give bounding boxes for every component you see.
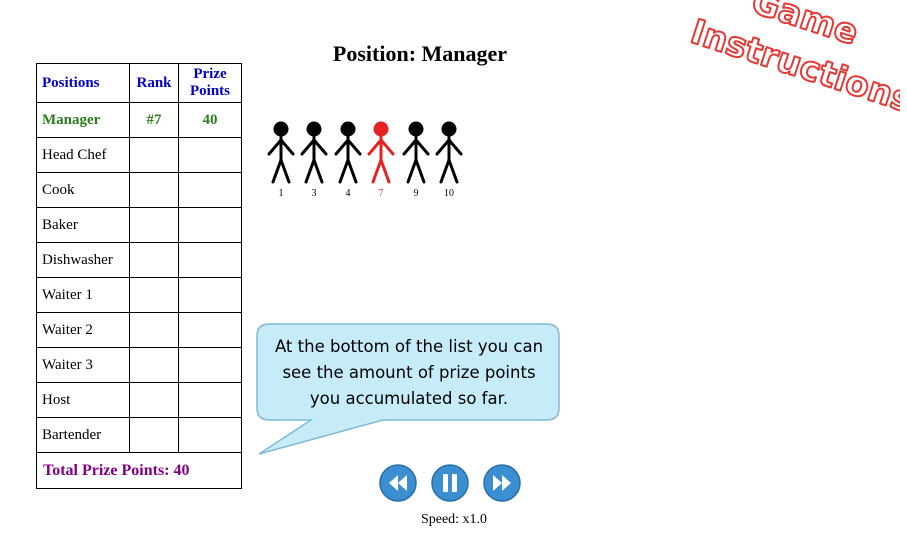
game-instructions-link[interactable]: Game Instructions	[660, 0, 900, 150]
figure-number: 10	[444, 188, 454, 199]
points-cell	[178, 382, 242, 418]
rewind-icon	[379, 464, 417, 502]
table-row: Bartender	[36, 417, 242, 453]
rank-cell	[129, 137, 179, 173]
header-prize-line1: Prize	[193, 66, 227, 82]
header-prize-points: Prize Points	[178, 63, 242, 103]
points-cell: 40	[178, 102, 242, 138]
figure-number: 1	[278, 188, 284, 199]
table-row: Waiter 1	[36, 277, 242, 313]
points-cell	[178, 172, 242, 208]
position-cell: Waiter 1	[36, 277, 130, 313]
figure-number: 7	[378, 188, 384, 199]
points-cell	[178, 207, 242, 243]
person-icon	[300, 121, 328, 184]
pause-button[interactable]	[430, 463, 470, 503]
rank-cell	[129, 277, 179, 313]
rewind-button[interactable]	[378, 463, 418, 503]
header-rank: Rank	[129, 63, 179, 103]
stick-figure: 9	[400, 120, 432, 199]
position-cell: Cook	[36, 172, 130, 208]
stick-figure: 1	[265, 120, 297, 199]
speed-label: Speed: x1.0	[420, 512, 488, 527]
position-cell: Waiter 2	[36, 312, 130, 348]
points-cell	[178, 347, 242, 383]
rank-cell	[129, 242, 179, 278]
rank-cell	[129, 207, 179, 243]
figure-number: 9	[413, 188, 419, 199]
table-row: Dishwasher	[36, 242, 242, 278]
person-icon	[267, 121, 295, 184]
rank-cell: #7	[129, 102, 179, 138]
header-positions: Positions	[36, 63, 130, 103]
person-icon	[435, 121, 463, 184]
stick-figure: 4	[332, 120, 364, 199]
pause-icon	[431, 464, 469, 502]
figure-number: 3	[311, 188, 317, 199]
candidate-figures: 1 3 4 7 9 10	[262, 120, 472, 206]
rank-cell	[129, 312, 179, 348]
fast-forward-button[interactable]	[482, 463, 522, 503]
header-prize-line2: Points	[189, 83, 230, 99]
position-cell: Waiter 3	[36, 347, 130, 383]
table-row: Host	[36, 382, 242, 418]
page-title: Position: Manager	[332, 41, 508, 66]
table-row: Cook	[36, 172, 242, 208]
stick-figure: 10	[433, 120, 465, 199]
points-cell	[178, 277, 242, 313]
figure-number: 4	[345, 188, 351, 199]
total-prize-points: Total Prize Points: 40	[36, 452, 242, 489]
positions-table: Positions Rank Prize Points Manager #7 40 He…	[36, 63, 242, 489]
points-cell	[178, 417, 242, 453]
position-cell: Host	[36, 382, 130, 418]
table-row: Head Chef	[36, 137, 242, 173]
position-cell: Baker	[36, 207, 130, 243]
rank-cell	[129, 347, 179, 383]
points-cell	[178, 137, 242, 173]
rank-cell	[129, 172, 179, 208]
table-row: Manager #7 40	[36, 102, 242, 138]
rank-cell	[129, 382, 179, 418]
person-icon	[402, 121, 430, 184]
table-body: Manager #7 40 Head Chef Cook Baker Dishwasher W…	[36, 102, 242, 453]
person-icon	[334, 121, 362, 184]
points-cell	[178, 242, 242, 278]
position-cell: Head Chef	[36, 137, 130, 173]
table-row: Baker	[36, 207, 242, 243]
rank-cell	[129, 417, 179, 453]
fast-forward-icon	[483, 464, 521, 502]
table-row: Waiter 2	[36, 312, 242, 348]
table-header-row: Positions Rank Prize Points	[36, 63, 242, 103]
stick-figure: 3	[298, 120, 330, 199]
points-cell	[178, 312, 242, 348]
callout-text: At the bottom of the list you can see th…	[274, 337, 544, 408]
table-row: Waiter 3	[36, 347, 242, 383]
total-row: Total Prize Points: 40	[36, 452, 242, 489]
position-cell: Bartender	[36, 417, 130, 453]
stick-figure: 7	[365, 120, 397, 199]
position-cell: Manager	[36, 102, 130, 138]
person-icon	[367, 121, 395, 184]
position-cell: Dishwasher	[36, 242, 130, 278]
